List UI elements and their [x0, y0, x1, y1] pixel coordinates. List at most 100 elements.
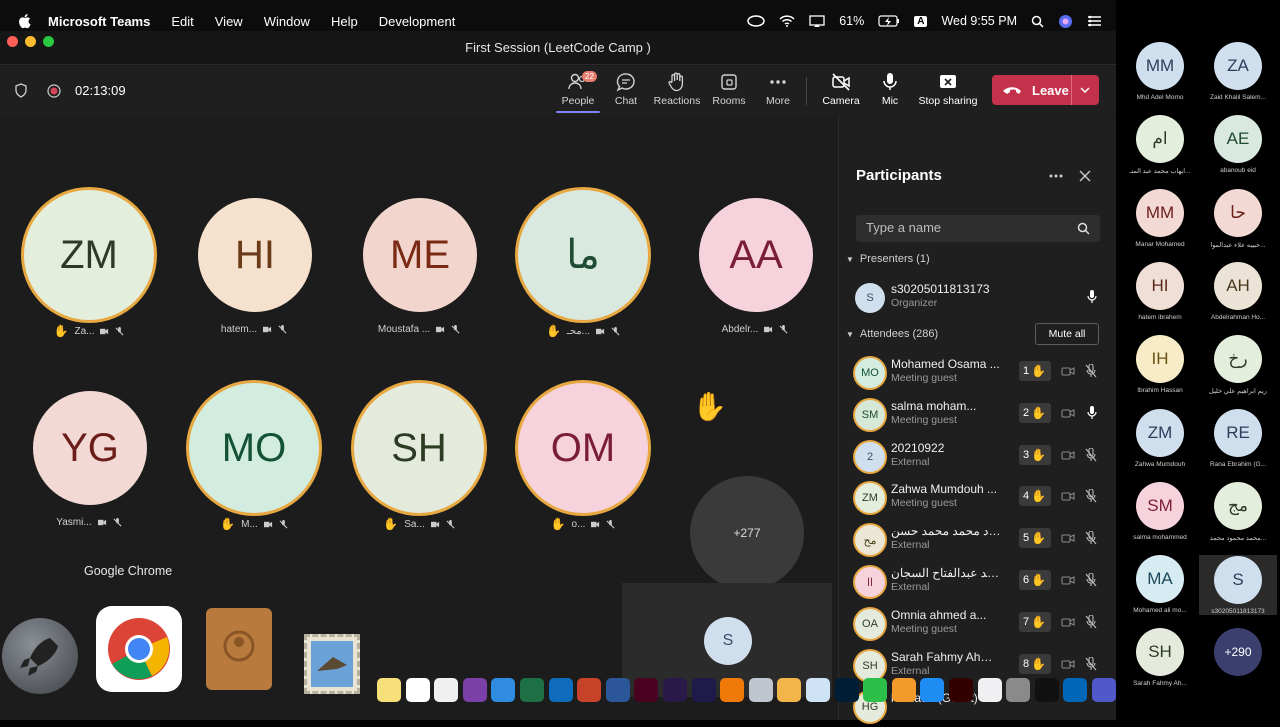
- menu-development[interactable]: Development: [379, 14, 456, 29]
- attendee-row[interactable]: مح محمود محمد محمد حسن...External 5✋: [853, 522, 1108, 560]
- overflow-count: +277: [733, 526, 761, 540]
- books-icon[interactable]: [891, 678, 916, 702]
- raised-hand-icon: ✋: [1031, 531, 1047, 546]
- system-preferences-icon[interactable]: [1006, 678, 1031, 702]
- reactions-button[interactable]: Reactions: [649, 72, 705, 107]
- side-participant-tile[interactable]: AH Abdelrahman Ho...: [1199, 261, 1277, 321]
- creative-cloud-icon[interactable]: [747, 15, 765, 27]
- attendee-row[interactable]: MO Mohamed Osama ... Meeting guest 1 ✋: [853, 355, 1108, 393]
- after-effects-icon[interactable]: [691, 678, 716, 702]
- side-participant-tile[interactable]: RE Rana Ebrahim (G...: [1199, 408, 1277, 468]
- close-icon[interactable]: [1079, 170, 1091, 182]
- app-store-icon[interactable]: [920, 678, 945, 702]
- tile-label: ✋ Sa...: [349, 517, 489, 531]
- attendees-section-header[interactable]: ▼ Attendees (286): [846, 328, 938, 340]
- chat-button[interactable]: Chat: [598, 72, 654, 107]
- side-participant-tile[interactable]: Ss30205011813173: [1199, 555, 1277, 616]
- side-participant-tile[interactable]: +290: [1199, 628, 1277, 680]
- rooms-button[interactable]: Rooms: [701, 72, 757, 107]
- mic-button[interactable]: Mic: [862, 72, 918, 107]
- spotlight-search-icon[interactable]: [1031, 15, 1044, 28]
- airplay-icon[interactable]: [809, 14, 825, 28]
- safari-icon[interactable]: [491, 678, 516, 702]
- menubar-clock[interactable]: Wed 9:55 PM: [941, 14, 1017, 28]
- more-options-icon[interactable]: [1049, 174, 1063, 178]
- battery-icon[interactable]: [878, 15, 900, 27]
- premiere-icon[interactable]: [663, 678, 687, 702]
- presenter-row[interactable]: S s30205011813173 Organizer: [853, 280, 1108, 318]
- participant-video-tile[interactable]: SH: [354, 383, 484, 513]
- menu-window[interactable]: Window: [264, 14, 310, 29]
- side-participant-tile[interactable]: SM salma mohammed: [1121, 481, 1199, 541]
- side-participant-tile[interactable]: IH Ibrahim Hassan: [1121, 335, 1199, 394]
- help-icon[interactable]: [1034, 678, 1059, 702]
- contacts-icon[interactable]: [206, 608, 272, 690]
- indesign-icon[interactable]: [634, 678, 659, 702]
- facetime-icon[interactable]: [863, 678, 888, 702]
- participant-video-tile[interactable]: OM: [518, 383, 648, 513]
- side-participant-tile[interactable]: HI hatem ibrahem: [1121, 261, 1199, 321]
- side-participant-tile[interactable]: ZA Zaid Khalil Salem...: [1199, 42, 1277, 101]
- participant-video-tile[interactable]: YG: [33, 391, 147, 505]
- stop-sharing-button[interactable]: Stop sharing: [915, 72, 981, 107]
- leave-button[interactable]: Leave: [992, 75, 1099, 105]
- illustrator-icon[interactable]: [949, 678, 973, 702]
- apple-icon[interactable]: [17, 13, 31, 29]
- input-source[interactable]: A: [914, 15, 928, 27]
- menu-edit[interactable]: Edit: [171, 14, 193, 29]
- side-participant-tile[interactable]: ام ايهاب محمد عبد المنـ...: [1121, 115, 1199, 175]
- attendee-row[interactable]: SM salma moham... Meeting guest 2 ✋: [853, 397, 1108, 435]
- camera-button[interactable]: Camera: [813, 72, 869, 107]
- word-icon[interactable]: [605, 678, 630, 702]
- wifi-icon[interactable]: [779, 15, 795, 27]
- participant-video-tile[interactable]: MO: [189, 383, 319, 513]
- side-participant-tile[interactable]: رخ ريم ابراهيم علي خليل: [1199, 335, 1277, 395]
- powerpoint-icon[interactable]: [577, 678, 602, 702]
- vlc-icon[interactable]: [720, 678, 745, 702]
- participants-title: Participants: [856, 167, 942, 184]
- side-participant-tile[interactable]: حا حبيبه علاء عبدالموا...: [1199, 188, 1277, 249]
- participant-video-tile[interactable]: ما: [518, 190, 648, 320]
- side-participant-tile[interactable]: AE abanoub eid: [1199, 115, 1277, 174]
- participant-video-tile[interactable]: ME: [363, 198, 477, 312]
- control-center-icon[interactable]: [1087, 15, 1102, 27]
- excel-icon[interactable]: [520, 678, 544, 702]
- messages-icon[interactable]: [806, 678, 830, 702]
- menu-view[interactable]: View: [215, 14, 243, 29]
- side-participant-tile[interactable]: SH Sarah Fahmy Ah...: [1121, 628, 1199, 687]
- itunes-icon[interactable]: [977, 678, 1002, 702]
- side-participant-tile[interactable]: MM Mhd Adel Momo: [1121, 42, 1199, 101]
- overflow-participants-tile[interactable]: +277: [690, 476, 804, 590]
- teams-icon[interactable]: [1092, 678, 1116, 702]
- reminders-icon[interactable]: [434, 678, 459, 702]
- menu-help[interactable]: Help: [331, 14, 358, 29]
- preview-icon[interactable]: [748, 678, 773, 702]
- side-participant-tile[interactable]: MA Mohamed ali mo...: [1121, 555, 1199, 614]
- attendee-row[interactable]: اا السيد عبدالفتاح السجان...External 6✋: [853, 564, 1108, 602]
- menu-app-name[interactable]: Microsoft Teams: [48, 14, 150, 29]
- presenters-section-header[interactable]: ▼ Presenters (1): [846, 253, 930, 265]
- more-button[interactable]: More: [750, 72, 806, 107]
- participant-video-tile[interactable]: HI: [198, 198, 312, 312]
- outlook-icon[interactable]: [548, 678, 573, 702]
- calendar-icon[interactable]: [405, 678, 430, 702]
- photoshop-icon[interactable]: [834, 678, 859, 702]
- participant-video-tile[interactable]: AA: [699, 198, 813, 312]
- mute-all-button[interactable]: Mute all: [1035, 323, 1099, 345]
- siri-icon[interactable]: [1058, 14, 1073, 29]
- participant-search-input[interactable]: Type a name: [856, 215, 1100, 242]
- side-participant-tile[interactable]: MM Manar Mohamed: [1121, 188, 1199, 248]
- launchpad-icon[interactable]: [2, 618, 78, 694]
- side-participant-tile[interactable]: مج محمد محمود محمد...: [1199, 481, 1277, 542]
- attendee-row[interactable]: ZM Zahwa Mumdouh ... Meeting guest 4 ✋: [853, 480, 1108, 518]
- photos-icon[interactable]: [777, 678, 802, 702]
- attendee-row[interactable]: 2 20210922 External 3 ✋: [853, 439, 1108, 477]
- notes-icon[interactable]: [377, 678, 401, 702]
- google-chrome-icon[interactable]: [96, 606, 182, 692]
- side-participant-tile[interactable]: ZM Zahwa Mumdouh: [1121, 408, 1199, 468]
- participant-video-tile[interactable]: ZM: [24, 190, 154, 320]
- chevron-down-icon[interactable]: [1080, 87, 1090, 93]
- onenote-icon[interactable]: [462, 678, 487, 702]
- stamp-icon[interactable]: [304, 634, 360, 694]
- vscode-icon[interactable]: [1063, 678, 1088, 702]
